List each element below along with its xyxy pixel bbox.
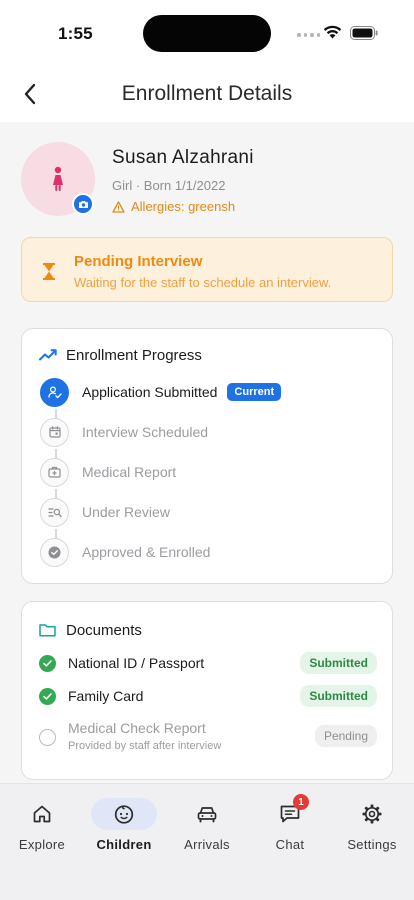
tab-label: Chat	[275, 837, 305, 852]
tab-icon-wrap	[174, 798, 240, 830]
empty-circle-icon	[39, 729, 56, 746]
tab-icon-wrap	[339, 798, 405, 830]
step-label: Interview Scheduled	[82, 424, 209, 440]
pending-interview-banner: Pending Interview Waiting for the staff …	[21, 237, 393, 302]
child-face-icon	[114, 805, 134, 824]
calendar-icon	[40, 417, 69, 447]
medical-kit-icon	[40, 457, 69, 487]
documents-title: Documents	[66, 622, 142, 639]
document-label: National ID / Passport	[68, 655, 205, 671]
gear-icon	[362, 804, 382, 824]
document-label: Family Card	[68, 688, 144, 704]
documents-card: Documents National ID / Passport Submitt…	[21, 601, 393, 780]
progress-title: Enrollment Progress	[66, 347, 202, 364]
status-badge: Submitted	[300, 652, 377, 674]
enrollment-progress-card: Enrollment Progress Application Submitte…	[21, 328, 393, 584]
tab-settings[interactable]: Settings	[331, 784, 413, 864]
current-badge: Current	[227, 383, 282, 401]
status-badge: Pending	[314, 725, 377, 747]
trend-up-icon	[39, 349, 57, 361]
step-label: Medical Report	[82, 464, 177, 480]
car-icon	[197, 807, 217, 823]
step-medical-report: Medical Report	[40, 456, 370, 488]
review-list-icon	[40, 497, 69, 527]
child-name: Susan Alzahrani	[112, 147, 254, 168]
cellular-signal-icon	[297, 33, 320, 37]
change-photo-button[interactable]	[72, 193, 94, 215]
camera-icon	[78, 200, 88, 208]
wifi-icon	[323, 25, 342, 39]
page-title: Enrollment Details	[121, 82, 293, 105]
allergies-text: Allergies: greensh	[131, 199, 236, 214]
child-meta: Girl · Born 1/1/2022	[112, 178, 226, 193]
document-row[interactable]: Medical Check Report Provided by staff a…	[39, 718, 377, 756]
document-note: Provided by staff after interview	[68, 740, 222, 752]
status-bar: 1:55	[0, 0, 414, 66]
tab-icon-wrap	[91, 798, 157, 830]
step-interview-scheduled: Interview Scheduled	[40, 416, 370, 448]
hourglass-icon	[43, 263, 55, 280]
home-icon	[33, 805, 51, 823]
step-label: Approved & Enrolled	[82, 544, 211, 560]
step-label: Application Submitted	[82, 384, 218, 400]
document-row[interactable]: National ID / Passport Submitted	[39, 652, 377, 675]
battery-icon	[350, 26, 378, 40]
step-label: Under Review	[82, 504, 170, 520]
warning-icon	[112, 200, 125, 213]
step-approved-enrolled: Approved & Enrolled	[40, 536, 370, 568]
nav-bar: Enrollment Details	[0, 66, 414, 122]
tab-label: Arrivals	[184, 837, 230, 852]
tab-bar: Explore Children Arrivals 1 Chat Setting…	[0, 783, 414, 900]
check-icon	[39, 655, 56, 672]
tab-explore[interactable]: Explore	[1, 784, 83, 864]
tab-label: Settings	[347, 837, 397, 852]
user-check-icon	[40, 377, 69, 407]
tab-icon-wrap	[9, 798, 75, 830]
step-under-review: Under Review	[40, 496, 370, 528]
status-time: 1:55	[58, 24, 93, 43]
pending-subtitle: Waiting for the staff to schedule an int…	[74, 275, 332, 290]
tab-arrivals[interactable]: Arrivals	[166, 784, 248, 864]
folder-icon	[39, 624, 56, 637]
tab-chat[interactable]: 1 Chat	[249, 784, 331, 864]
status-badge: Submitted	[300, 685, 377, 707]
pending-title: Pending Interview	[74, 253, 203, 270]
dynamic-island	[143, 15, 271, 52]
tab-children[interactable]: Children	[83, 784, 165, 864]
tab-icon-wrap: 1	[257, 794, 323, 830]
tab-label: Explore	[18, 837, 66, 852]
child-girl-icon	[53, 166, 63, 191]
check-icon	[39, 688, 56, 705]
check-circle-icon	[40, 537, 69, 567]
tab-label: Children	[96, 837, 152, 852]
step-application-submitted: Application Submitted Current	[40, 376, 370, 408]
allergies-warning: Allergies: greensh	[112, 199, 235, 214]
unread-badge: 1	[293, 794, 309, 810]
document-row[interactable]: Family Card Submitted	[39, 685, 377, 708]
document-label: Medical Check Report	[68, 720, 206, 736]
